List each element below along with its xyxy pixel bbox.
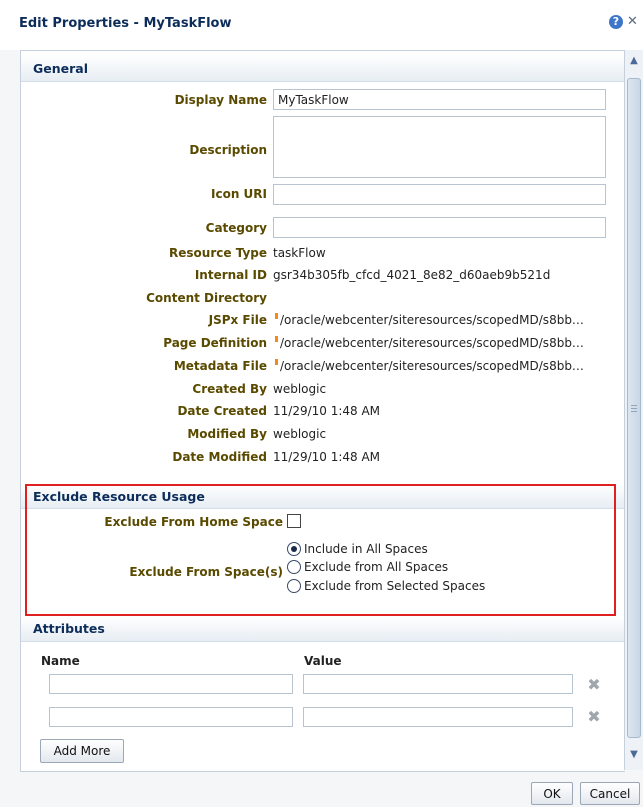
attributes-name-header: Name (41, 654, 80, 668)
radio-label: Exclude from All Spaces (304, 560, 449, 574)
date-modified-label: Date Modified (172, 450, 267, 464)
description-label: Description (189, 143, 267, 157)
exclude-spaces-label: Exclude From Space(s) (129, 565, 283, 579)
resource-type-label: Resource Type (169, 246, 267, 260)
dialog-title: Edit Properties - MyTaskFlow (19, 16, 232, 31)
cancel-button[interactable]: Cancel (580, 782, 640, 805)
attribute-name-input[interactable] (49, 674, 293, 694)
help-icon[interactable]: ? (609, 15, 623, 29)
delete-attribute-icon[interactable]: ✖ (587, 677, 601, 693)
jspx-file-label: JSPx File (208, 313, 267, 327)
resource-type-value: taskFlow (273, 246, 326, 260)
page-definition-label: Page Definition (163, 336, 267, 350)
radio-label: Exclude from Selected Spaces (304, 579, 486, 593)
scroll-up-arrow-icon[interactable]: ▲ (627, 54, 641, 68)
file-marker-icon (275, 336, 278, 342)
date-modified-value: 11/29/10 1:48 AM (273, 450, 381, 464)
metadata-file-value[interactable]: /oracle/webcenter/siteresources/scopedMD… (280, 359, 610, 373)
category-label: Category (205, 221, 267, 235)
icon-uri-label: Icon URI (211, 187, 267, 201)
display-name-input[interactable] (273, 89, 606, 110)
dialog-title-bar: Edit Properties - MyTaskFlow ? ✕ (0, 0, 643, 50)
page-definition-value[interactable]: /oracle/webcenter/siteresources/scopedMD… (280, 336, 610, 350)
category-input[interactable] (273, 217, 606, 238)
close-icon[interactable]: ✕ (627, 15, 641, 29)
created-by-value: weblogic (273, 382, 327, 396)
description-textarea[interactable] (273, 116, 606, 178)
ok-button[interactable]: OK (531, 782, 573, 805)
general-section-title: General (33, 61, 88, 76)
exclude-home-space-label: Exclude From Home Space (104, 515, 283, 529)
scroll-down-arrow-icon[interactable]: ▼ (627, 748, 641, 762)
radio-icon[interactable] (287, 560, 301, 574)
vertical-scrollbar[interactable]: ▲ ▼ (624, 50, 643, 770)
attribute-name-input[interactable] (49, 707, 293, 727)
date-created-value: 11/29/10 1:48 AM (273, 404, 381, 418)
properties-scroll-area[interactable]: General Display Name Description Icon UR… (20, 50, 625, 772)
attribute-value-input[interactable] (303, 707, 573, 727)
attributes-value-header: Value (304, 654, 342, 668)
exclude-home-space-checkbox[interactable] (287, 514, 301, 528)
internal-id-value: gsr34b305fb_cfcd_4021_8e82_d60aeb9b521d (273, 268, 551, 282)
icon-uri-input[interactable] (273, 184, 606, 205)
modified-by-label: Modified By (187, 427, 267, 441)
attributes-section-title: Attributes (33, 621, 105, 636)
general-section-header: General (21, 55, 625, 82)
content-directory-label: Content Directory (146, 291, 267, 305)
edit-properties-dialog: Edit Properties - MyTaskFlow ? ✕ General… (0, 0, 643, 807)
attribute-value-input[interactable] (303, 674, 573, 694)
metadata-file-label: Metadata File (173, 359, 267, 373)
jspx-file-value[interactable]: /oracle/webcenter/siteresources/scopedMD… (280, 313, 610, 327)
modified-by-value: weblogic (273, 427, 327, 441)
add-more-button[interactable]: Add More (40, 739, 124, 763)
radio-icon[interactable] (287, 542, 301, 556)
display-name-label: Display Name (174, 93, 267, 107)
radio-label: Include in All Spaces (304, 542, 428, 556)
radio-icon[interactable] (287, 579, 301, 593)
file-marker-icon (275, 359, 278, 365)
date-created-label: Date Created (177, 404, 267, 418)
file-marker-icon (275, 313, 278, 319)
internal-id-label: Internal ID (194, 268, 267, 282)
attributes-section-header: Attributes (21, 617, 625, 642)
scrollbar-thumb[interactable] (627, 78, 641, 738)
created-by-label: Created By (192, 382, 267, 396)
delete-attribute-icon[interactable]: ✖ (587, 709, 601, 725)
